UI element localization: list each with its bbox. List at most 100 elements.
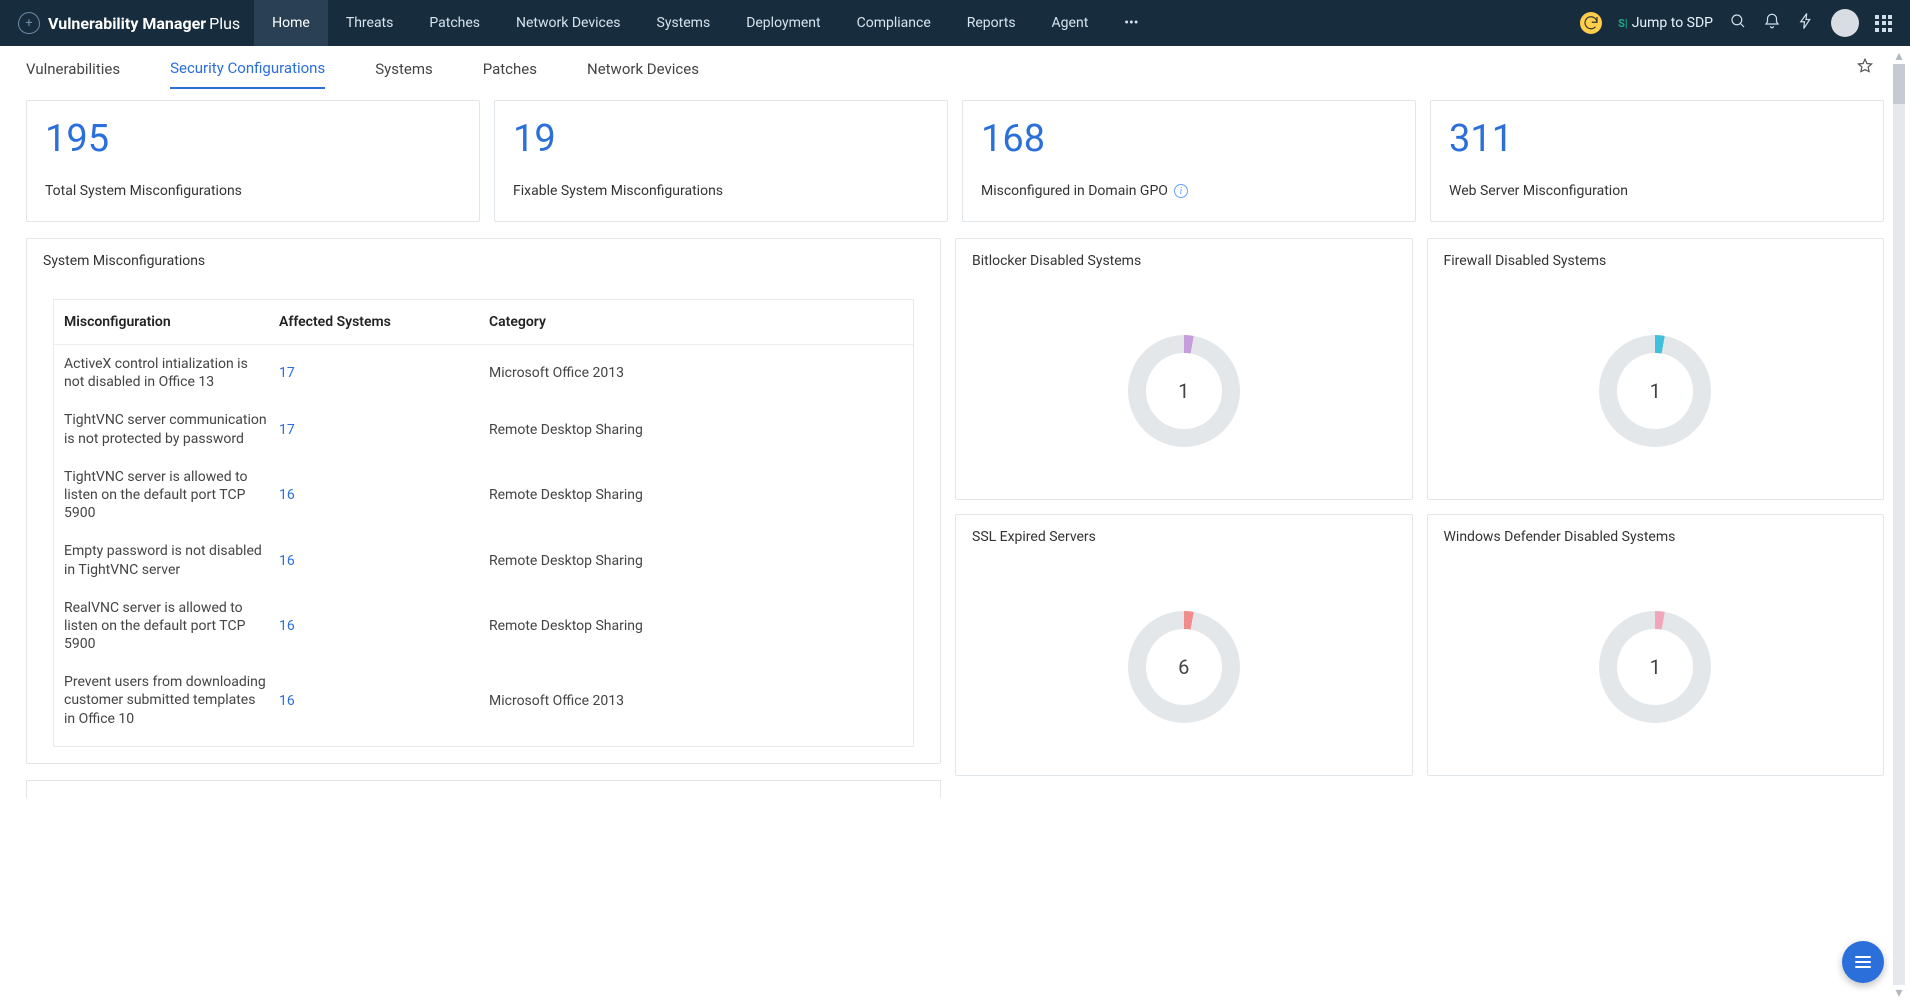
cell-misconfig: RealVNC server is allowed to listen on t… [64, 599, 279, 654]
subtab-security-configurations[interactable]: Security Configurations [170, 49, 325, 89]
donut-card[interactable]: Firewall Disabled Systems 1 [1427, 238, 1885, 500]
brand-light: Plus [209, 14, 240, 33]
col-misconfig[interactable]: Misconfiguration [64, 314, 279, 330]
donut-value: 6 [1146, 629, 1222, 705]
table-body[interactable]: ActiveX control intialization is not dis… [54, 345, 913, 746]
cell-affected-link[interactable]: 16 [279, 693, 489, 709]
subtabs: Vulnerabilities Security Configurations Sy… [0, 46, 1910, 92]
donut-chart: 1 [1128, 335, 1240, 447]
cell-misconfig: Empty password is not disabled in TightV… [64, 542, 279, 578]
cell-category: Remote Desktop Sharing [489, 487, 903, 503]
stat-card-3[interactable]: 311 Web Server Misconfiguration [1430, 100, 1884, 222]
col-category[interactable]: Category [489, 314, 903, 330]
cell-affected-link[interactable]: 17 [279, 365, 489, 381]
cell-misconfig: TightVNC server is allowed to listen on … [64, 468, 279, 523]
stat-card-0[interactable]: 195 Total System Misconfigurations [26, 100, 480, 222]
scroll-up-icon[interactable]: ▴ [1895, 48, 1902, 64]
row-2: System Misconfigurations Misconfiguratio… [26, 238, 1884, 798]
avatar-button[interactable] [1831, 9, 1859, 37]
donut-title: Bitlocker Disabled Systems [956, 239, 1412, 283]
topnav-item-threats[interactable]: Threats [328, 0, 412, 46]
donut-holder: 1 [1428, 283, 1884, 499]
topnav-item-patches[interactable]: Patches [411, 0, 498, 46]
subtab-patches[interactable]: Patches [483, 50, 537, 88]
stat-card-2[interactable]: 168 Misconfigured in Domain GPOi [962, 100, 1416, 222]
table-head: Misconfiguration Affected Systems Catego… [54, 300, 913, 345]
subtab-network-devices[interactable]: Network Devices [587, 50, 699, 88]
favorite-button[interactable] [1856, 57, 1874, 80]
topnav-item-systems[interactable]: Systems [639, 0, 729, 46]
shield-plus-icon: + [18, 12, 40, 34]
table-row: Users are not prevented from creating ne… [54, 738, 913, 746]
quick-actions-button[interactable] [1797, 12, 1815, 34]
topnav: HomeThreatsPatchesNetwork DevicesSystems… [254, 0, 1106, 46]
apps-grid-button[interactable] [1875, 15, 1892, 32]
topnav-item-agent[interactable]: Agent [1034, 0, 1107, 46]
info-icon[interactable]: i [1174, 184, 1188, 198]
refresh-button[interactable] [1580, 12, 1602, 34]
donut-title: SSL Expired Servers [956, 515, 1412, 559]
table-row: Prevent users from downloading customer … [54, 663, 913, 738]
brand-text: Vulnerability ManagerPlus [48, 14, 240, 33]
donut-title: Firewall Disabled Systems [1428, 239, 1884, 283]
left-column: System Misconfigurations Misconfiguratio… [26, 238, 941, 798]
donut-value: 1 [1617, 629, 1693, 705]
cell-category: Remote Desktop Sharing [489, 553, 903, 569]
donut-chart: 1 [1599, 335, 1711, 447]
col-affected[interactable]: Affected Systems [279, 314, 489, 330]
donut-card[interactable]: Bitlocker Disabled Systems 1 [955, 238, 1413, 500]
subtab-systems[interactable]: Systems [375, 50, 433, 88]
cell-affected-link[interactable]: 16 [279, 618, 489, 634]
table-wrap: Misconfiguration Affected Systems Catego… [53, 299, 914, 747]
cell-category: Remote Desktop Sharing [489, 618, 903, 634]
donut-title: Windows Defender Disabled Systems [1428, 515, 1884, 559]
search-icon [1729, 12, 1747, 30]
star-icon [1856, 57, 1874, 75]
stat-label: Web Server Misconfiguration [1449, 183, 1865, 199]
topnav-item-network-devices[interactable]: Network Devices [498, 0, 639, 46]
table-row: TightVNC server communication is not pro… [54, 401, 913, 457]
bell-icon [1763, 12, 1781, 30]
cell-affected-link[interactable]: 16 [279, 487, 489, 503]
menu-icon [1855, 961, 1871, 963]
topbar-right: S| Jump to SDP [1580, 9, 1910, 37]
table-row: Empty password is not disabled in TightV… [54, 532, 913, 588]
topnav-more[interactable]: ••• [1106, 15, 1156, 31]
subtab-vulnerabilities[interactable]: Vulnerabilities [26, 50, 120, 88]
topbar: + Vulnerability ManagerPlus HomeThreatsP… [0, 0, 1910, 46]
notifications-button[interactable] [1763, 12, 1781, 34]
cell-category: Remote Desktop Sharing [489, 422, 903, 438]
topnav-item-reports[interactable]: Reports [949, 0, 1034, 46]
cell-affected-link[interactable]: 17 [279, 422, 489, 438]
stat-label: Misconfigured in Domain GPOi [981, 183, 1397, 199]
donut-card[interactable]: SSL Expired Servers 6 [955, 514, 1413, 776]
fab-menu-button[interactable] [1842, 941, 1884, 983]
stat-cards-row: 195 Total System Misconfigurations 19Fixab… [26, 100, 1884, 222]
stat-value: 195 [45, 117, 461, 161]
scroll-down-icon[interactable]: ▾ [1895, 985, 1902, 1001]
cell-misconfig: ActiveX control intialization is not dis… [64, 355, 279, 391]
donut-holder: 1 [1428, 559, 1884, 775]
cell-category: Microsoft Office 2013 [489, 693, 903, 709]
lightning-icon [1797, 12, 1815, 30]
stat-value: 168 [981, 117, 1397, 161]
next-panel-peek [26, 780, 941, 798]
cell-affected-link[interactable]: 16 [279, 553, 489, 569]
stat-value: 311 [1449, 117, 1865, 161]
donut-chart: 6 [1128, 611, 1240, 723]
donut-col-1: Bitlocker Disabled Systems 1 SSL Expired S… [955, 238, 1413, 798]
donut-card[interactable]: Windows Defender Disabled Systems 1 [1427, 514, 1885, 776]
stat-card-1[interactable]: 19Fixable System Misconfigurations [494, 100, 948, 222]
jump-to-sdp-label: Jump to SDP [1632, 15, 1713, 31]
brand[interactable]: + Vulnerability ManagerPlus [0, 12, 254, 34]
topnav-item-home[interactable]: Home [254, 0, 328, 46]
cell-category: Microsoft Office 2013 [489, 365, 903, 381]
topnav-item-deployment[interactable]: Deployment [728, 0, 838, 46]
stat-value: 19 [513, 117, 929, 161]
topnav-item-compliance[interactable]: Compliance [839, 0, 949, 46]
search-button[interactable] [1729, 12, 1747, 34]
donut-value: 1 [1617, 353, 1693, 429]
jump-to-sdp-link[interactable]: S| Jump to SDP [1618, 15, 1713, 31]
sdp-badge-icon: S| [1618, 17, 1628, 30]
stat-label: Total System Misconfigurations [45, 183, 461, 199]
